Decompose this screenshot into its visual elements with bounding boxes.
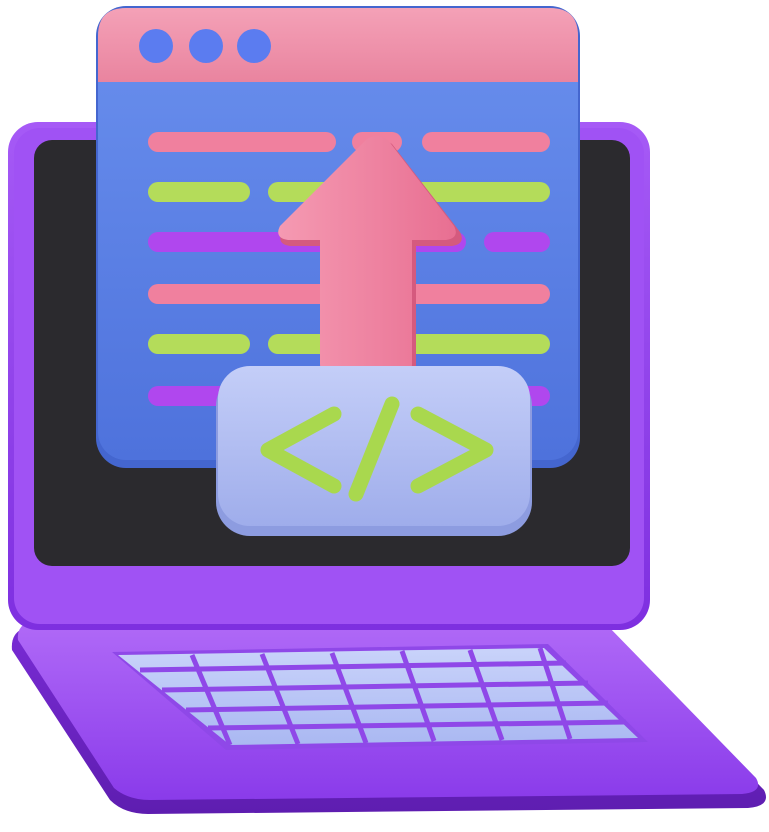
- illustration-stage: [0, 0, 769, 832]
- laptop-code-upload-illustration: [8, 6, 767, 814]
- window-dots: [139, 29, 271, 63]
- code-brackets-icon: [216, 366, 532, 536]
